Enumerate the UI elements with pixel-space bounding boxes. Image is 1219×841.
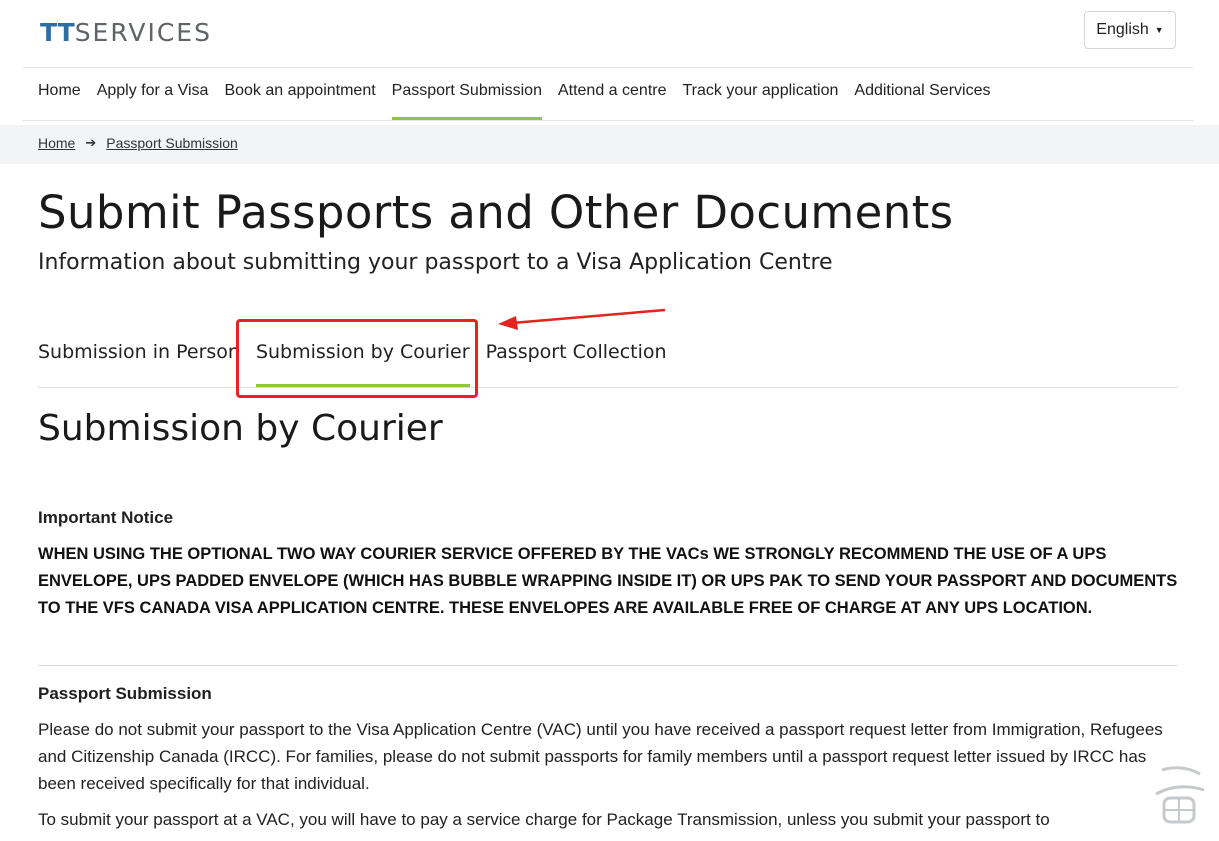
submission-tabs: Submission in Person Submission by Couri…: [38, 341, 667, 387]
page-subtitle: Information about submitting your passpo…: [38, 250, 833, 275]
logo-services: SERVICES: [74, 17, 212, 47]
passport-submission-paragraph: Please do not submit your passport to th…: [38, 720, 1163, 793]
notice-divider: [38, 665, 1178, 666]
breadcrumb-current[interactable]: Passport Submission: [106, 135, 238, 151]
header-divider: [23, 67, 1193, 68]
watermark-icon: [1155, 766, 1205, 824]
nav-apply-visa[interactable]: Apply for a Visa: [97, 82, 209, 120]
language-dropdown[interactable]: English ▼: [1084, 11, 1176, 49]
tab-submission-in-person[interactable]: Submission in Person: [38, 341, 240, 387]
tabs-divider: [38, 387, 1178, 388]
notice-heading: Important Notice: [38, 508, 174, 527]
section-heading: Submission by Courier: [38, 408, 443, 449]
breadcrumb: Home ➔ Passport Submission: [38, 135, 238, 151]
logo-tt: TT: [40, 17, 75, 47]
breadcrumb-bar: Home ➔ Passport Submission: [0, 125, 1219, 164]
arrow-right-icon: ➔: [85, 135, 97, 150]
passport-submission-heading: Passport Submission: [38, 684, 212, 703]
language-label: English: [1096, 21, 1149, 38]
service-charge-paragraph: To submit your passport at a VAC, you wi…: [38, 810, 1050, 829]
nav-book-appointment[interactable]: Book an appointment: [224, 82, 375, 120]
breadcrumb-home[interactable]: Home: [38, 135, 75, 151]
caret-down-icon: ▼: [1154, 25, 1164, 35]
nav-attend-centre[interactable]: Attend a centre: [558, 82, 667, 120]
notice-text: WHEN USING THE OPTIONAL TWO WAY COURIER …: [38, 545, 1178, 617]
tab-spacer: [470, 341, 486, 387]
nav-additional-services[interactable]: Additional Services: [854, 82, 990, 120]
brand-logo[interactable]: TT SERVICES: [40, 14, 212, 50]
tab-spacer: [240, 341, 256, 387]
nav-track-application[interactable]: Track your application: [682, 82, 838, 120]
nav-passport-submission[interactable]: Passport Submission: [391, 82, 543, 120]
nav-home[interactable]: Home: [38, 82, 81, 120]
tab-passport-collection[interactable]: Passport Collection: [486, 341, 667, 387]
main-nav: Home Apply for a Visa Book an appointmen…: [38, 82, 990, 120]
annotation-arrow-icon: [498, 308, 666, 330]
tab-submission-by-courier[interactable]: Submission by Courier: [255, 341, 470, 387]
nav-divider: [23, 120, 1193, 121]
page-title: Submit Passports and Other Documents: [38, 186, 954, 239]
